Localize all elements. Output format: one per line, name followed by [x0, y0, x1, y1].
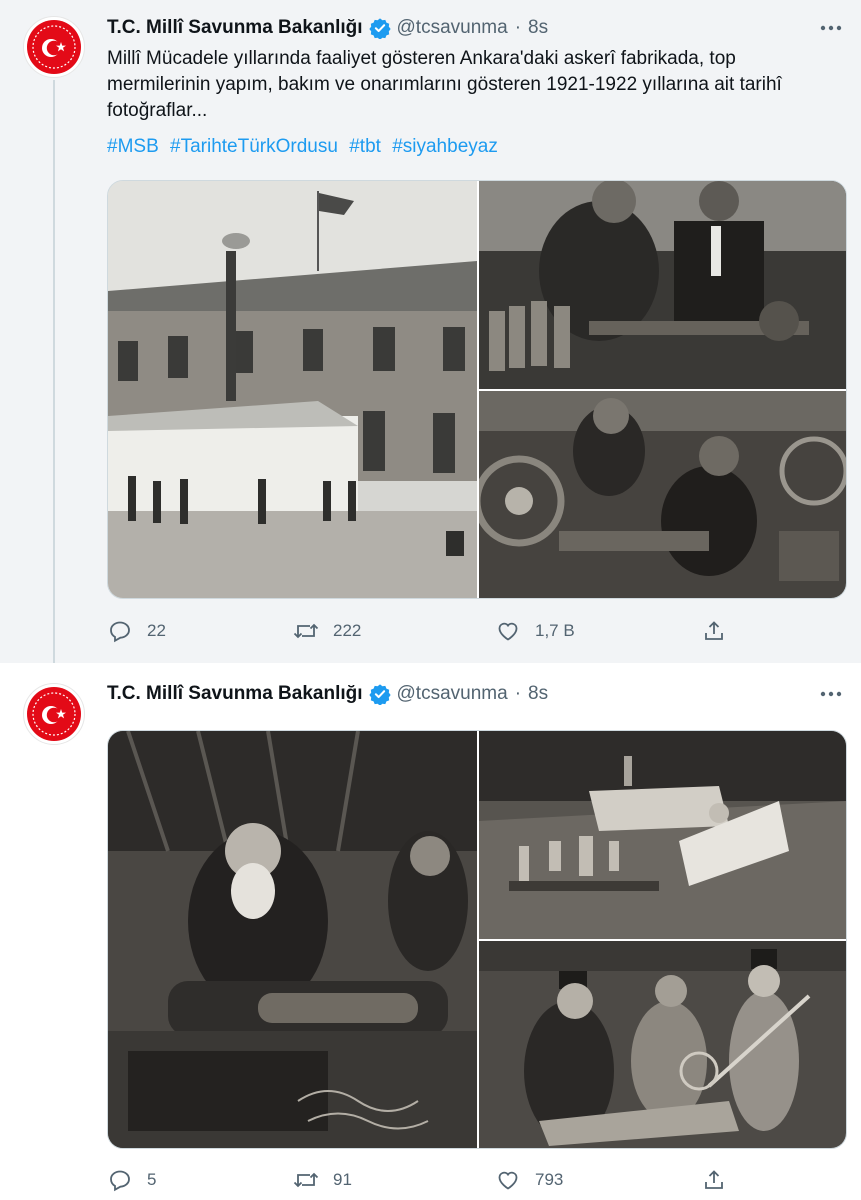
- separator: ·: [514, 17, 522, 38]
- hashtag-link[interactable]: #tbt: [349, 136, 381, 157]
- action-bar: 22 222 1,7 B: [107, 614, 727, 648]
- photo-elder-lathe[interactable]: [108, 731, 477, 1148]
- share-button[interactable]: [701, 614, 741, 648]
- media-grid: [107, 730, 847, 1149]
- verified-badge-icon: [368, 683, 391, 705]
- reply-count: 5: [147, 1170, 157, 1189]
- hashtag-link[interactable]: #MSB: [107, 136, 159, 157]
- like-button[interactable]: 1,7 B: [495, 614, 575, 648]
- author-handle[interactable]: @tcsavunma: [397, 17, 508, 39]
- like-count: 793: [535, 1170, 564, 1189]
- hashtag-list: #MSB #TarihteTürkOrdusu #tbt #siyahbeyaz: [107, 136, 504, 158]
- media-grid: [107, 180, 847, 599]
- timestamp[interactable]: 8s: [528, 683, 548, 705]
- tweet-1[interactable]: T.C. Millî Savunma Bakanlığı @tcsavunma …: [0, 0, 861, 680]
- author-handle[interactable]: @tcsavunma: [397, 683, 508, 705]
- reply-icon: [107, 1167, 133, 1193]
- photo-machine-parts[interactable]: [479, 731, 846, 939]
- tweet-text: Millî Mücadele yıllarında faaliyet göste…: [107, 48, 782, 121]
- photo-workers-shells[interactable]: [479, 181, 846, 389]
- like-icon: [495, 618, 521, 644]
- author-name[interactable]: T.C. Millî Savunma Bakanlığı: [107, 17, 363, 39]
- separator: ·: [514, 683, 522, 704]
- like-count: 1,7 B: [535, 621, 575, 640]
- retweet-button[interactable]: 91: [293, 1163, 352, 1197]
- tweet-header: T.C. Millî Savunma Bakanlığı @tcsavunma …: [107, 14, 548, 42]
- like-button[interactable]: 793: [495, 1163, 563, 1197]
- retweet-icon: [293, 1167, 319, 1193]
- photo-boys-lathes[interactable]: [479, 391, 846, 598]
- retweet-icon: [293, 618, 319, 644]
- more-dots-icon[interactable]: [817, 14, 845, 42]
- hashtag-link[interactable]: #siyahbeyaz: [392, 136, 498, 157]
- more-dots-icon[interactable]: [817, 680, 845, 708]
- like-icon: [495, 1167, 521, 1193]
- reply-count: 22: [147, 621, 166, 640]
- retweet-button[interactable]: 222: [293, 614, 361, 648]
- share-icon: [701, 1167, 727, 1193]
- tweet-2[interactable]: T.C. Millî Savunma Bakanlığı @tcsavunma …: [0, 663, 861, 1200]
- timestamp[interactable]: 8s: [528, 17, 548, 39]
- verified-badge-icon: [368, 17, 391, 39]
- avatar[interactable]: [23, 16, 85, 78]
- share-icon: [701, 618, 727, 644]
- avatar[interactable]: [23, 683, 85, 745]
- photo-workers-fez[interactable]: [479, 941, 846, 1148]
- author-name[interactable]: T.C. Millî Savunma Bakanlığı: [107, 683, 363, 705]
- hashtag-link[interactable]: #TarihteTürkOrdusu: [170, 136, 338, 157]
- retweet-count: 222: [333, 621, 362, 640]
- thread-line: [53, 80, 55, 680]
- reply-icon: [107, 618, 133, 644]
- action-bar: 5 91 793: [107, 1163, 727, 1197]
- photo-factory-building[interactable]: [108, 181, 477, 598]
- reply-button[interactable]: 22: [107, 614, 166, 648]
- retweet-count: 91: [333, 1170, 352, 1189]
- share-button[interactable]: [701, 1163, 741, 1197]
- reply-button[interactable]: 5: [107, 1163, 156, 1197]
- tweet-header: T.C. Millî Savunma Bakanlığı @tcsavunma …: [107, 680, 548, 708]
